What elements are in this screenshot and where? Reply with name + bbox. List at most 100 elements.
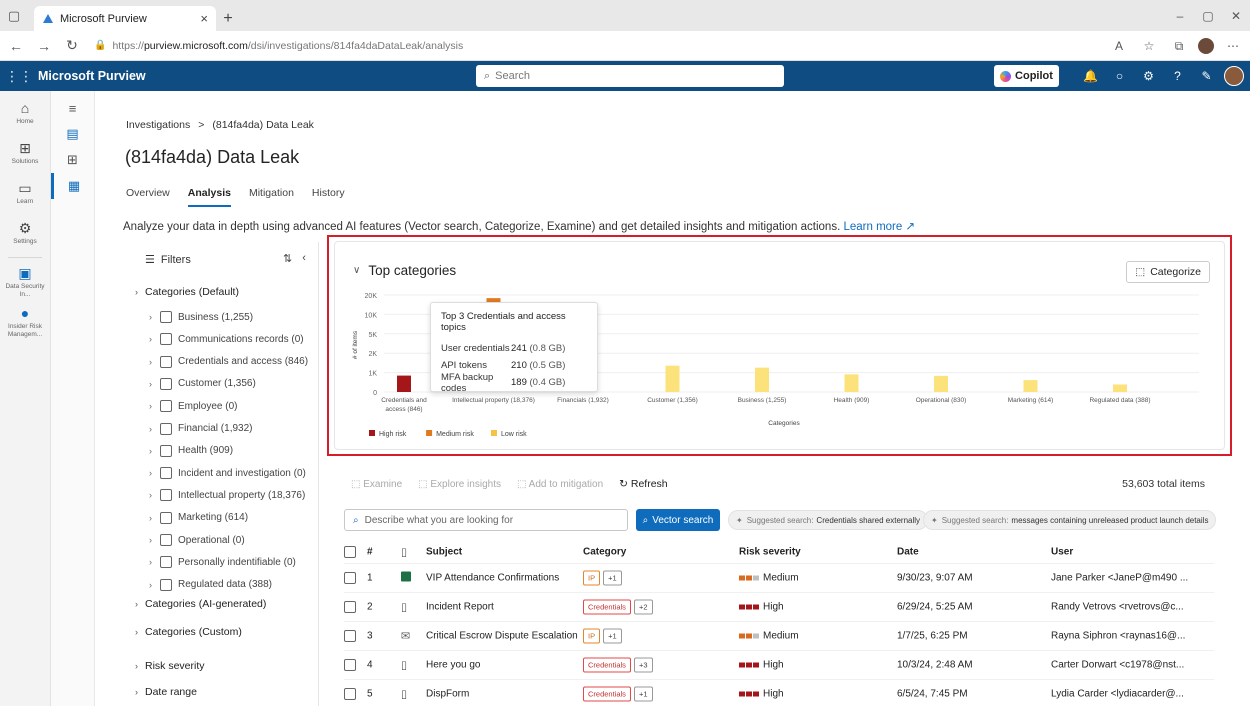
rail-item-solutions[interactable]: ⊞ Solutions bbox=[0, 135, 50, 171]
category-more-tag[interactable]: +2 bbox=[633, 599, 653, 615]
filter-group-date[interactable]: › Date range bbox=[135, 686, 197, 698]
filter-checkbox[interactable] bbox=[160, 534, 172, 546]
learn-more-link[interactable]: Learn more bbox=[843, 221, 902, 233]
filters-header[interactable]: ☰ Filters bbox=[145, 253, 191, 267]
filter-checkbox[interactable] bbox=[160, 511, 172, 524]
minimize-icon[interactable]: – bbox=[1166, 0, 1194, 31]
rail-item-insider-risk[interactable]: ● Insider Risk Managem... bbox=[0, 304, 50, 340]
row-checkbox[interactable] bbox=[344, 601, 356, 613]
filter-item[interactable]: › Credentials and access (846) bbox=[149, 355, 308, 368]
filter-item[interactable]: › Personally indentifiable (0) bbox=[149, 556, 296, 569]
more-icon[interactable]: ⋯ bbox=[1222, 34, 1244, 58]
category-tag[interactable]: Credentials bbox=[583, 686, 631, 702]
tab-history[interactable]: History bbox=[312, 187, 345, 207]
filter-item[interactable]: › Communications records (0) bbox=[149, 333, 304, 346]
menu-toggle-icon[interactable]: ≡ bbox=[51, 95, 94, 121]
column-header-risk[interactable]: Risk severity bbox=[739, 546, 801, 557]
top-categories-header[interactable]: ∨ Top categories bbox=[353, 263, 456, 278]
vector-query-input[interactable]: ⌕ Describe what you are looking for bbox=[344, 509, 628, 531]
column-header-number[interactable]: # bbox=[367, 546, 373, 557]
table-row[interactable]: 3 ✉ Critical Escrow Dispute Escalation IP +1… bbox=[344, 622, 1214, 651]
row-checkbox[interactable] bbox=[344, 688, 356, 700]
filter-item[interactable]: › Health (909) bbox=[149, 444, 233, 457]
filter-checkbox[interactable] bbox=[160, 422, 172, 435]
filter-item[interactable]: › Regulated data (388) bbox=[149, 578, 272, 591]
examine-button[interactable]: ⬚ Examine bbox=[351, 479, 402, 490]
filter-item[interactable]: › Marketing (614) bbox=[149, 511, 248, 524]
filter-checkbox[interactable] bbox=[160, 355, 172, 368]
filter-checkbox[interactable] bbox=[160, 377, 172, 390]
filter-item[interactable]: › Intellectual property (18,376) bbox=[149, 489, 305, 502]
grid-nav-icon[interactable]: ⊞ bbox=[51, 147, 94, 173]
filter-item[interactable]: › Business (1,255) bbox=[149, 311, 253, 323]
table-row[interactable]: 2 ▯ Incident Report Credentials +2 High 6/29/2… bbox=[344, 593, 1214, 622]
filter-group-default[interactable]: › Categories (Default) bbox=[135, 286, 239, 298]
refresh-icon[interactable]: ↻ bbox=[60, 34, 84, 58]
filter-item[interactable]: › Financial (1,932) bbox=[149, 422, 252, 435]
category-more-tag[interactable]: +1 bbox=[603, 570, 622, 586]
filter-checkbox[interactable] bbox=[160, 556, 172, 569]
filter-checkbox[interactable] bbox=[160, 333, 172, 346]
settings-icon[interactable]: ⚙ bbox=[1134, 61, 1163, 91]
tab-close-icon[interactable]: × bbox=[200, 11, 208, 26]
column-header-user[interactable]: User bbox=[1051, 546, 1073, 557]
tab-mitigation[interactable]: Mitigation bbox=[249, 187, 294, 207]
filter-checkbox[interactable] bbox=[160, 400, 172, 413]
category-more-tag[interactable]: +1 bbox=[633, 686, 653, 702]
overview-nav-icon[interactable]: ▤ bbox=[51, 121, 94, 147]
tab-overview[interactable]: Overview bbox=[126, 187, 170, 207]
category-tag[interactable]: IP bbox=[583, 570, 601, 586]
row-checkbox[interactable] bbox=[344, 659, 356, 671]
filter-checkbox[interactable] bbox=[160, 489, 172, 502]
row-subject[interactable]: DispForm bbox=[426, 689, 469, 700]
category-tag[interactable]: Credentials bbox=[583, 599, 631, 615]
refresh-button[interactable]: ↻ Refresh bbox=[619, 478, 667, 490]
chat-icon[interactable]: ○ bbox=[1105, 61, 1134, 91]
forward-icon[interactable]: → bbox=[32, 34, 56, 58]
suggested-search-chip[interactable]: ✦ Suggested search: Credentials shared ex… bbox=[728, 510, 929, 530]
investigations-nav-icon[interactable]: ▦ bbox=[51, 173, 94, 199]
app-title[interactable]: Microsoft Purview bbox=[38, 69, 146, 83]
breadcrumb-investigations[interactable]: Investigations bbox=[126, 119, 190, 131]
explore-insights-button[interactable]: ⬚ Explore insights bbox=[418, 479, 501, 490]
rail-item-learn[interactable]: ▭ Learn bbox=[0, 175, 50, 211]
browser-tab[interactable]: Microsoft Purview × bbox=[34, 6, 216, 31]
filter-group-custom[interactable]: › Categories (Custom) bbox=[135, 626, 242, 638]
copilot-button[interactable]: Copilot bbox=[994, 65, 1059, 87]
close-window-icon[interactable]: ✕ bbox=[1222, 0, 1250, 31]
filter-checkbox[interactable] bbox=[160, 578, 172, 591]
column-header-category[interactable]: Category bbox=[583, 546, 626, 557]
row-subject[interactable]: Critical Escrow Dispute Escalation bbox=[426, 631, 578, 642]
categorize-button[interactable]: ⬚ Categorize bbox=[1126, 261, 1210, 283]
window-menu-icon[interactable]: ▢ bbox=[0, 0, 28, 31]
table-row[interactable]: 1 VIP Attendance Confirmations IP +1 Medium 9… bbox=[344, 564, 1214, 593]
notifications-icon[interactable]: 🔔 bbox=[1076, 61, 1105, 91]
url-field[interactable]: 🔒 https://purview.microsoft.com/dsi/inve… bbox=[94, 40, 463, 52]
rail-item-data-security[interactable]: ▣ Data Security In... bbox=[0, 264, 50, 300]
row-subject[interactable]: VIP Attendance Confirmations bbox=[426, 573, 559, 584]
new-tab-icon[interactable]: + bbox=[216, 6, 240, 31]
rail-item-settings[interactable]: ⚙ Settings bbox=[0, 215, 50, 251]
collapse-panel-icon[interactable]: ‹ bbox=[302, 252, 306, 265]
table-row[interactable]: 4 ▯ Here you go Credentials +3 High 10/3/24, 2… bbox=[344, 651, 1214, 680]
category-tag[interactable]: IP bbox=[583, 628, 601, 644]
category-tag[interactable]: Credentials bbox=[583, 657, 631, 673]
filter-item[interactable]: › Incident and investigation (0) bbox=[149, 467, 306, 480]
column-header-date[interactable]: Date bbox=[897, 546, 919, 557]
feedback-icon[interactable]: ✎ bbox=[1192, 61, 1221, 91]
filter-item[interactable]: › Customer (1,356) bbox=[149, 377, 256, 390]
browser-profile-avatar[interactable] bbox=[1198, 38, 1214, 54]
app-launcher-icon[interactable]: ⋮⋮ bbox=[0, 68, 38, 85]
filter-checkbox[interactable] bbox=[160, 444, 172, 457]
filter-item[interactable]: › Employee (0) bbox=[149, 400, 237, 413]
category-more-tag[interactable]: +1 bbox=[603, 628, 622, 644]
row-subject[interactable]: Here you go bbox=[426, 660, 480, 671]
sort-icon[interactable]: ⇅ bbox=[283, 252, 292, 265]
profile-avatar[interactable] bbox=[1224, 66, 1244, 86]
suggested-search-chip[interactable]: ✦ Suggested search: messages containing u… bbox=[923, 510, 1217, 530]
filter-group-ai[interactable]: › Categories (AI-generated) bbox=[135, 598, 266, 610]
read-aloud-icon[interactable]: A bbox=[1108, 34, 1130, 58]
help-icon[interactable]: ? bbox=[1163, 61, 1192, 91]
vector-search-button[interactable]: ⌕ Vector search bbox=[636, 509, 720, 531]
row-checkbox[interactable] bbox=[344, 572, 356, 584]
